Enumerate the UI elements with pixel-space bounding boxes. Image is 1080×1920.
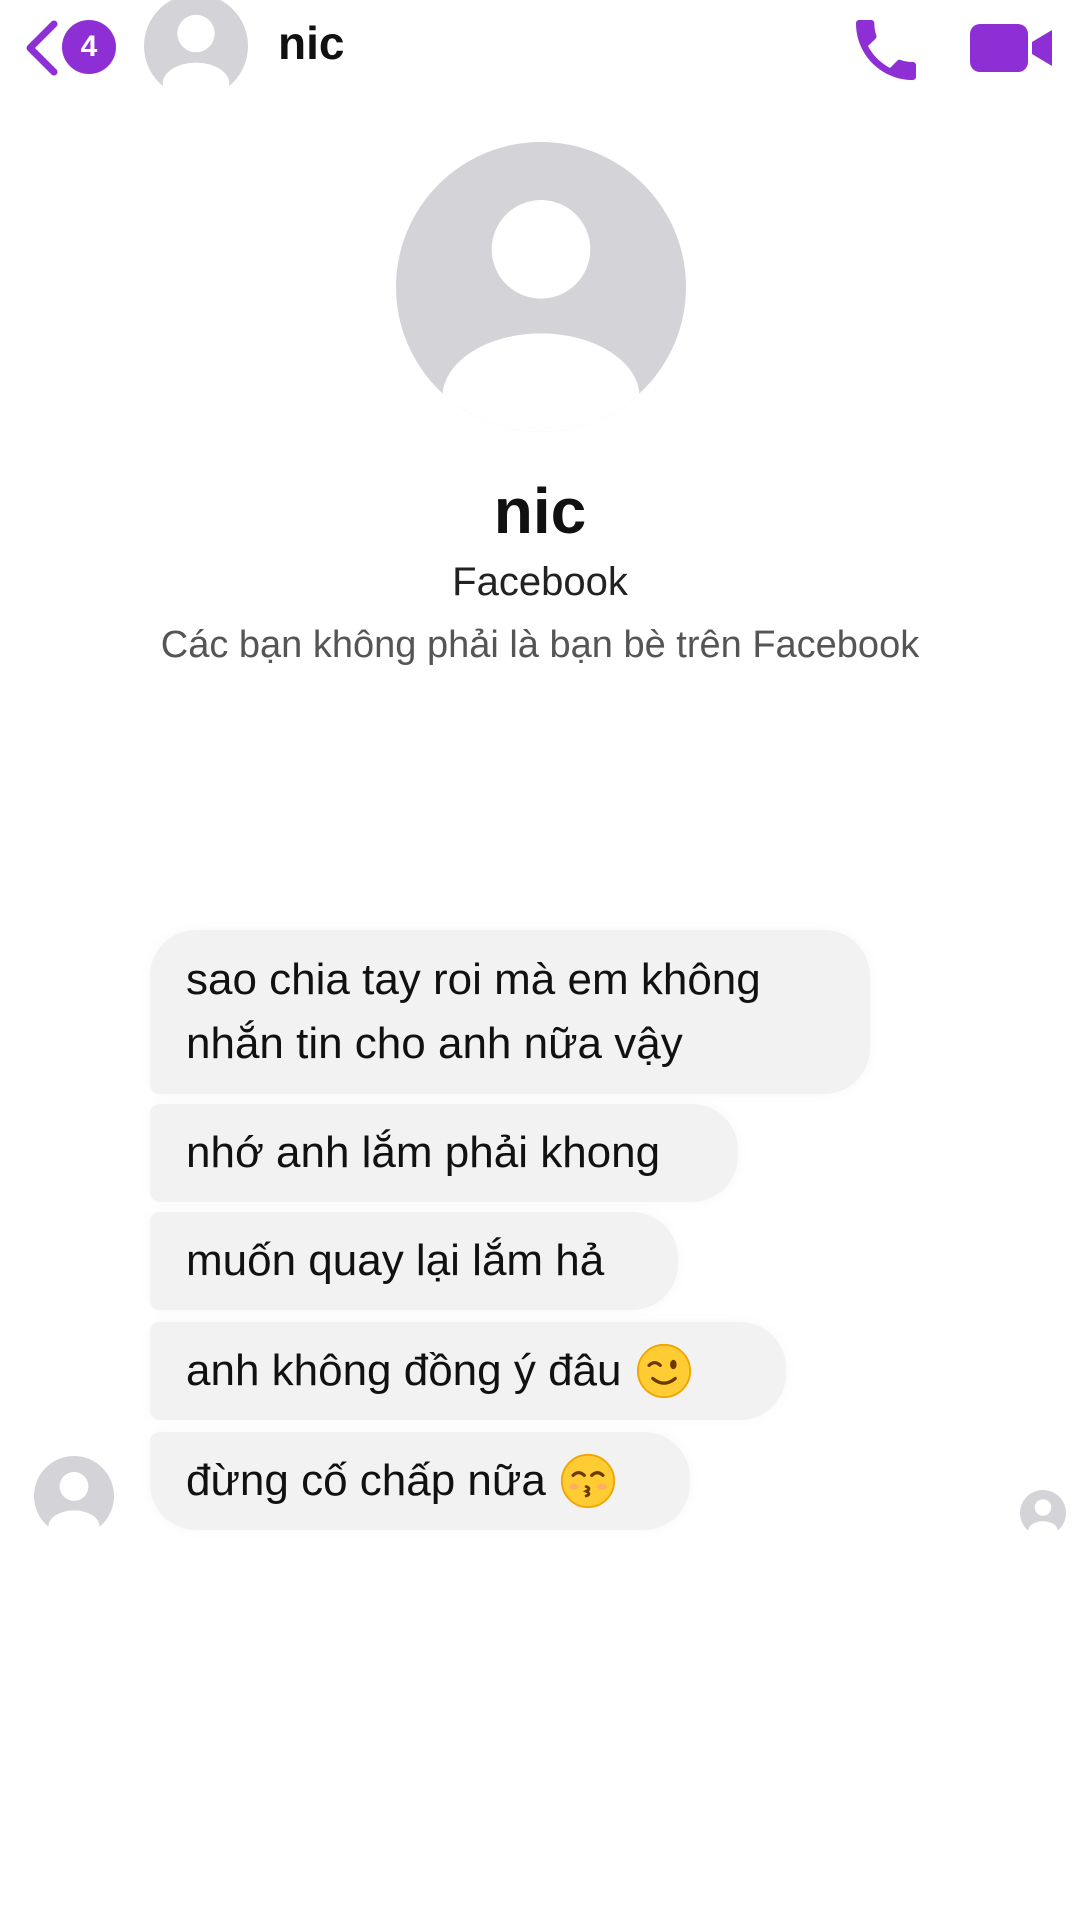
message-text: nhớ anh lắm phải khong — [186, 1128, 661, 1177]
message-bubble[interactable]: nhớ anh lắm phải khong — [150, 1104, 738, 1202]
video-camera-icon — [970, 24, 1052, 72]
message-bubble[interactable]: sao chia tay roi mà em không nhắn tin ch… — [150, 930, 870, 1094]
sender-avatar[interactable] — [34, 1456, 114, 1543]
profile-platform: Facebook — [452, 560, 628, 604]
header-avatar[interactable] — [144, 0, 248, 105]
friendship-note: Các bạn không phải là bạn bè trên Facebo… — [160, 624, 920, 666]
winking-face-icon — [636, 1343, 691, 1399]
message-bubble[interactable]: muốn quay lại lắm hả — [150, 1212, 678, 1310]
kissing-face-smiling-eyes-icon — [560, 1453, 615, 1509]
messenger-chat-screen: 4 nic nic Facebook Các bạn không phải là… — [0, 0, 1080, 1920]
message-line: nhắn tin cho anh nữa vậy — [186, 1019, 683, 1068]
chevron-left-icon — [26, 20, 58, 76]
profile-avatar[interactable] — [396, 142, 686, 432]
back-button[interactable]: 4 — [22, 14, 122, 78]
video-call-button[interactable] — [968, 16, 1058, 80]
default-avatar-icon — [144, 0, 248, 105]
default-avatar-icon — [34, 1456, 114, 1543]
unread-count-badge: 4 — [62, 20, 116, 74]
voice-call-button[interactable] — [846, 10, 926, 90]
header-contact-name[interactable]: nic — [278, 16, 344, 70]
phone-icon — [856, 20, 916, 80]
message-text: đừng cố chấp nữa — [186, 1456, 546, 1505]
message-line: sao chia tay roi mà em không — [186, 955, 761, 1004]
default-avatar-icon — [1020, 1490, 1066, 1540]
seen-indicator-avatar — [1020, 1490, 1066, 1540]
profile-name: nic — [493, 475, 587, 547]
message-bubble[interactable]: anh không đồng ý đâu — [150, 1322, 786, 1420]
default-avatar-icon — [396, 142, 686, 432]
chat-header: 4 nic — [0, 0, 1080, 105]
message-text: muốn quay lại lắm hả — [186, 1236, 605, 1285]
message-text: anh không đồng ý đâu — [186, 1346, 622, 1395]
message-text: sao chia tay roi mà em không nhắn tin ch… — [186, 948, 761, 1076]
message-bubble[interactable]: đừng cố chấp nữa — [150, 1432, 690, 1530]
